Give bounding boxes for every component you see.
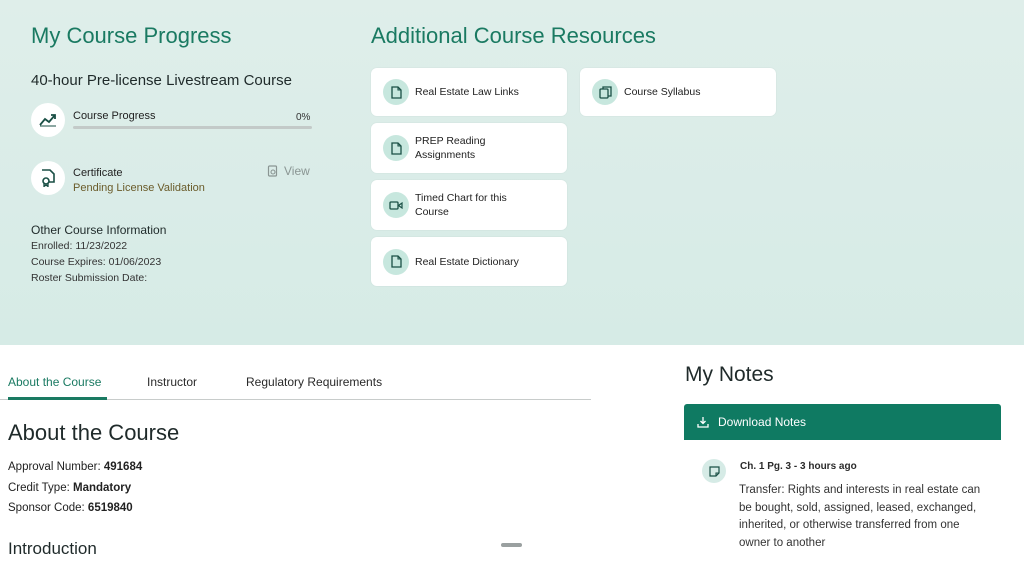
progress-percent: 0% [296,112,311,123]
resource-dictionary[interactable]: Real Estate Dictionary [371,237,567,286]
approval-number: Approval Number: 491684 [8,461,143,473]
view-label: View [284,164,310,178]
view-certificate-button[interactable]: View [267,164,310,178]
download-icon [697,417,709,428]
note-meta: Ch. 1 Pg. 3 - 3 hours ago [740,461,857,472]
course-name: 40-hour Pre-license Livestream Course [31,72,292,89]
enrolled-date: Enrolled: 11/23/2022 [31,240,128,252]
document-icon [383,79,409,105]
expires-date: Course Expires: 01/06/2023 [31,256,162,268]
note-icon [702,459,726,483]
certificate-icon [31,161,65,195]
certificate-view-icon [267,165,278,177]
notes-title: My Notes [685,363,774,386]
resource-law-links[interactable]: Real Estate Law Links [371,68,567,116]
copy-icon [592,79,618,105]
resource-label: Real Estate Dictionary [415,255,519,268]
resource-prep-reading[interactable]: PREP Reading Assignments [371,123,567,173]
trend-chart-icon [31,103,65,137]
sponsor-code: Sponsor Code: 6519840 [8,502,133,514]
note-text: Transfer: Rights and interests in real e… [739,484,981,549]
about-title: About the Course [8,420,180,445]
certificate-label: Certificate [73,167,123,179]
download-notes-button[interactable]: Download Notes [684,404,1001,440]
resource-label: PREP Reading Assignments [415,135,486,161]
progress-bar [73,126,312,129]
certificate-status: Pending License Validation [73,182,205,194]
resource-label: Timed Chart for this Course [415,192,507,218]
resource-timed-chart[interactable]: Timed Chart for this Course [371,180,567,230]
progress-title: My Course Progress [31,23,232,48]
course-tabs: About the Course Instructor Regulatory R… [0,370,591,400]
introduction-title: Introduction [8,539,97,558]
top-panel: My Course Progress 40-hour Pre-license L… [0,0,1024,345]
resource-label: Course Syllabus [624,86,701,98]
download-notes-label: Download Notes [718,415,807,429]
credit-type: Credit Type: Mandatory [8,482,132,494]
video-icon [383,192,409,218]
other-info-title: Other Course Information [31,223,167,237]
document-icon [383,248,409,275]
active-tab-indicator [8,397,107,400]
resource-label: Real Estate Law Links [415,86,519,98]
resource-syllabus[interactable]: Course Syllabus [580,68,776,116]
tab-regulatory[interactable]: Regulatory Requirements [246,375,382,389]
progress-label: Course Progress [73,110,156,122]
resources-title: Additional Course Resources [371,23,656,48]
roster-date: Roster Submission Date: [31,272,148,284]
tab-about[interactable]: About the Course [8,375,101,389]
document-icon [383,135,409,161]
scroll-handle[interactable] [501,543,522,547]
tab-instructor[interactable]: Instructor [147,375,197,389]
